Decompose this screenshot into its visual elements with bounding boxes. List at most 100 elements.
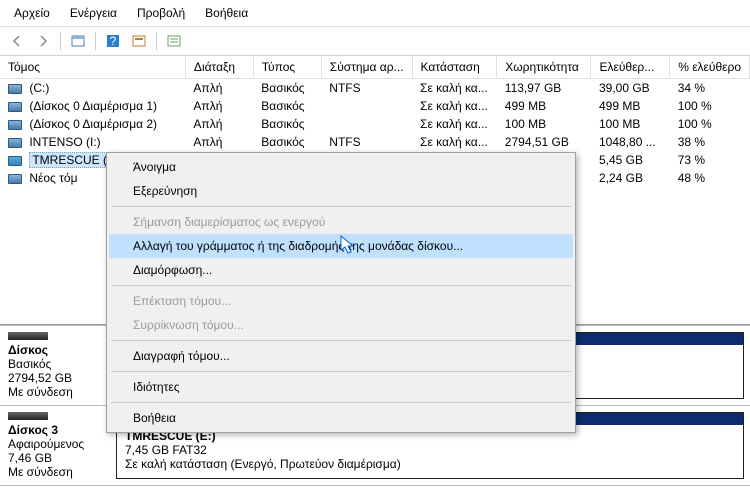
help-icon[interactable]: ?	[102, 30, 124, 52]
cell-type: Βασικός	[253, 79, 321, 98]
refresh-icon[interactable]	[67, 30, 89, 52]
disk-icon	[8, 332, 48, 340]
col-status[interactable]: Κατάσταση	[412, 56, 497, 79]
disk-status: Με σύνδεση	[8, 465, 102, 479]
cell-capacity: 113,97 GB	[497, 79, 591, 98]
context-menu: Άνοιγμα Εξερεύνηση Σήμανση διαμερίσματος…	[106, 152, 576, 433]
volume-icon	[8, 174, 22, 184]
ctx-delete[interactable]: Διαγραφή τόμου...	[109, 344, 573, 368]
settings-icon[interactable]	[128, 30, 150, 52]
cell-free: 1048,80 ...	[591, 133, 670, 151]
list-icon[interactable]	[163, 30, 185, 52]
cell-pfree: 34 %	[670, 79, 750, 98]
cell-type: Βασικός	[253, 115, 321, 133]
col-volume[interactable]: Τόμος	[0, 56, 185, 79]
ctx-shrink: Συρρίκνωση τόμου...	[109, 313, 573, 337]
cell-fs: NTFS	[321, 133, 412, 151]
col-layout[interactable]: Διάταξη	[185, 56, 253, 79]
cell-pfree: 100 %	[670, 97, 750, 115]
disk-icon	[8, 412, 48, 420]
ctx-open[interactable]: Άνοιγμα	[109, 155, 573, 179]
volume-name: Νέος τόμ	[29, 171, 77, 185]
disk-type: Βασικός	[8, 357, 102, 371]
ctx-explore[interactable]: Εξερεύνηση	[109, 179, 573, 203]
toolbar-separator	[95, 32, 96, 50]
table-row[interactable]: INTENSO (I:) ΑπλήΒασικόςNTFSΣε καλή κα...…	[0, 133, 750, 151]
table-header-row: Τόμος Διάταξη Τύπος Σύστημα αρ... Κατάστ…	[0, 56, 750, 79]
cell-fs	[321, 97, 412, 115]
cell-layout: Απλή	[185, 115, 253, 133]
cell-layout: Απλή	[185, 79, 253, 98]
ctx-help[interactable]: Βοήθεια	[109, 406, 573, 430]
table-row[interactable]: (Δίσκος 0 Διαμέρισμα 1)ΑπλήΒασικόςΣε καλ…	[0, 97, 750, 115]
forward-icon[interactable]	[32, 30, 54, 52]
cell-free: 2,24 GB	[591, 169, 670, 187]
volume-icon	[8, 120, 22, 130]
volume-name: (C:)	[29, 81, 49, 95]
cell-layout: Απλή	[185, 97, 253, 115]
toolbar-separator	[60, 32, 61, 50]
col-capacity[interactable]: Χωρητικότητα	[497, 56, 591, 79]
col-type[interactable]: Τύπος	[253, 56, 321, 79]
ctx-separator	[111, 285, 571, 286]
menu-action[interactable]: Ενέργεια	[60, 2, 127, 24]
cell-fs	[321, 115, 412, 133]
cell-free: 39,00 GB	[591, 79, 670, 98]
volume-icon	[8, 102, 22, 112]
table-row[interactable]: (Δίσκος 0 Διαμέρισμα 2) ΑπλήΒασικός Σε καλ…	[0, 115, 750, 133]
cell-capacity: 100 MB	[497, 115, 591, 133]
toolbar: ?	[0, 27, 750, 56]
cell-free: 5,45 GB	[591, 151, 670, 169]
ctx-separator	[111, 402, 571, 403]
cell-pfree: 38 %	[670, 133, 750, 151]
cell-status: Σε καλή κα...	[412, 133, 497, 151]
disk-type: Αφαιρούμενος	[8, 437, 102, 451]
disk-info: Δίσκος Βασικός 2794,52 GB Με σύνδεση	[0, 326, 110, 405]
cell-fs: NTFS	[321, 79, 412, 98]
volume-icon	[8, 156, 22, 166]
cell-type: Βασικός	[253, 133, 321, 151]
volume-name: INTENSO (I:)	[29, 135, 100, 149]
disk-status: Με σύνδεση	[8, 385, 102, 399]
cell-status: Σε καλή κα...	[412, 79, 497, 98]
toolbar-separator	[156, 32, 157, 50]
volume-name: (Δίσκος 0 Διαμέρισμα 1)	[29, 99, 157, 113]
col-free[interactable]: Ελεύθερ...	[591, 56, 670, 79]
partition-sub: 7,45 GB FAT32	[125, 443, 735, 457]
cell-free: 100 MB	[591, 115, 670, 133]
disk-size: 2794,52 GB	[8, 371, 102, 385]
ctx-format[interactable]: Διαμόρφωση...	[109, 258, 573, 282]
ctx-separator	[111, 206, 571, 207]
disk-title: Δίσκος	[8, 343, 102, 357]
cell-capacity: 499 MB	[497, 97, 591, 115]
cell-pfree: 48 %	[670, 169, 750, 187]
volume-name: (Δίσκος 0 Διαμέρισμα 2)	[29, 117, 157, 131]
menubar: Αρχείο Ενέργεια Προβολή Βοήθεια	[0, 0, 750, 27]
cell-capacity: 2794,51 GB	[497, 133, 591, 151]
menu-file[interactable]: Αρχείο	[4, 2, 60, 24]
col-fs[interactable]: Σύστημα αρ...	[321, 56, 412, 79]
ctx-separator	[111, 371, 571, 372]
ctx-mark-active: Σήμανση διαμερίσματος ως ενεργού	[109, 210, 573, 234]
menu-view[interactable]: Προβολή	[127, 2, 195, 24]
ctx-properties[interactable]: Ιδιότητες	[109, 375, 573, 399]
volume-icon	[8, 138, 22, 148]
disk-size: 7,46 GB	[8, 451, 102, 465]
ctx-extend: Επέκταση τόμου...	[109, 289, 573, 313]
cell-layout: Απλή	[185, 133, 253, 151]
volume-icon	[8, 84, 22, 94]
menu-help[interactable]: Βοήθεια	[195, 2, 258, 24]
cell-status: Σε καλή κα...	[412, 115, 497, 133]
back-icon[interactable]	[6, 30, 28, 52]
cell-free: 499 MB	[591, 97, 670, 115]
svg-text:?: ?	[110, 34, 117, 48]
cell-status: Σε καλή κα...	[412, 97, 497, 115]
table-row[interactable]: (C:) ΑπλήΒασικόςNTFSΣε καλή κα...113,97 G…	[0, 79, 750, 98]
cell-pfree: 100 %	[670, 115, 750, 133]
col-pfree[interactable]: % ελεύθερο	[670, 56, 750, 79]
partition-status: Σε καλή κατάσταση (Ενεργό, Πρωτεύον διαμ…	[125, 457, 735, 471]
ctx-separator	[111, 340, 571, 341]
disk-info: Δίσκος 3 Αφαιρούμενος 7,46 GB Με σύνδεση	[0, 406, 110, 485]
disk-title: Δίσκος 3	[8, 423, 102, 437]
ctx-change-drive-letter[interactable]: Αλλαγή του γράμματος ή της διαδρομής της…	[109, 234, 573, 258]
